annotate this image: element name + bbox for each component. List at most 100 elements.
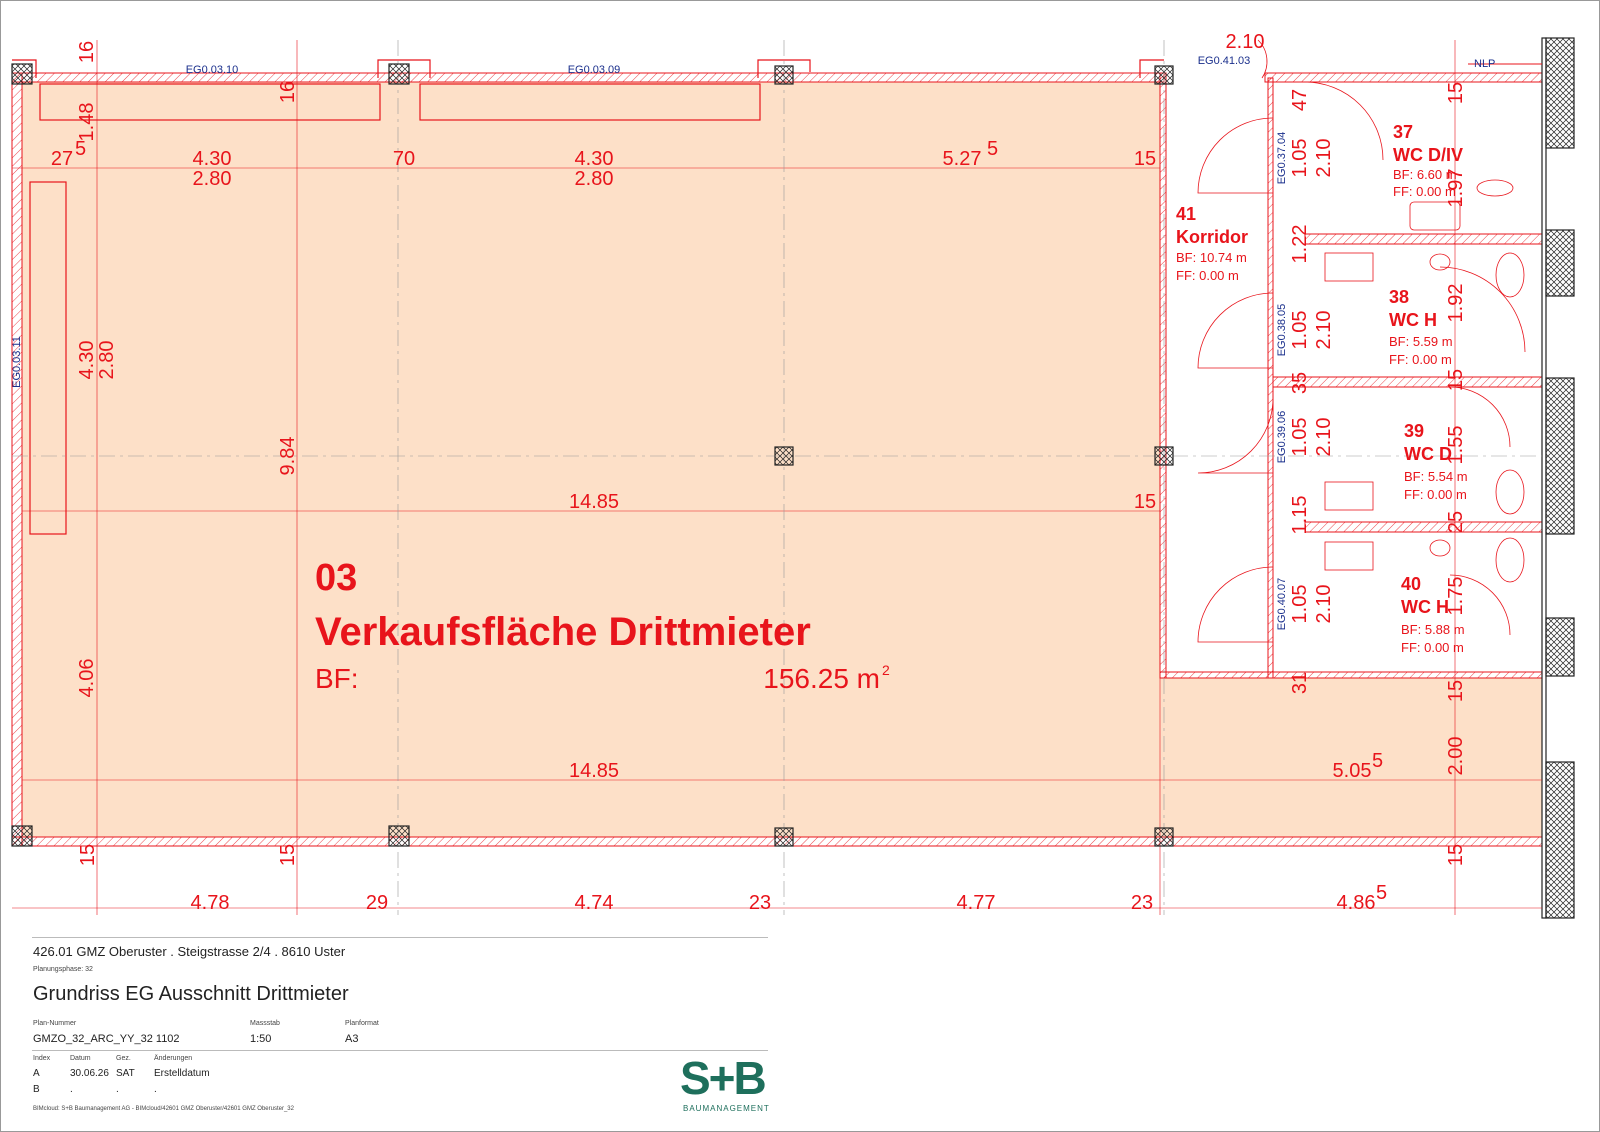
dim-label: 23 <box>1131 892 1153 914</box>
format-label: Planformat <box>345 1020 379 1027</box>
dim-label: 4.78 <box>191 892 230 914</box>
room-ff: FF: 0.00 m <box>1401 640 1464 655</box>
main-room-bf-value: 156.25 m <box>763 663 880 694</box>
rev-date: 30.06.26 <box>70 1068 109 1079</box>
room-bf: BF: 10.74 m <box>1176 250 1247 265</box>
window-tag: EG0.03.09 <box>568 64 621 76</box>
rev-change: Erstelldatum <box>154 1068 210 1079</box>
dim-label: 15 <box>1445 82 1467 104</box>
room-bf: BF: 5.88 m <box>1401 622 1465 637</box>
dim-label: 16 <box>277 81 299 103</box>
dim-label: 70 <box>393 148 415 170</box>
title-rule <box>32 937 768 938</box>
dim-label: 16 <box>76 41 98 63</box>
rev-header: Änderungen <box>154 1055 193 1062</box>
room-bf: BF: 5.59 m <box>1389 334 1453 349</box>
dim-label: 4.77 <box>957 892 996 914</box>
company-logo: S+B <box>680 1052 767 1104</box>
dim-label: 35 <box>1289 372 1311 394</box>
door-tag: EG0.38.05 <box>1276 304 1288 357</box>
door-tag: EG0.40.07 <box>1276 578 1288 631</box>
dim-label: 15 <box>1445 369 1467 391</box>
dim-label: 5.27 <box>943 148 982 170</box>
dim-label: 15 <box>77 844 99 866</box>
dim-label: 1.55 <box>1445 426 1467 465</box>
dim-label: 14.85 <box>569 760 619 782</box>
room-number: 38 <box>1389 287 1409 307</box>
scale-label: Massstab <box>250 1020 280 1027</box>
window-tag: EG0.03.11 <box>11 336 23 388</box>
room-number: 39 <box>1404 421 1424 441</box>
room-number: 41 <box>1176 204 1196 224</box>
dim-sup: 5 <box>1372 750 1383 772</box>
bimcloud-footer: BIMcloud: S+B Baumanagement AG - BIMclou… <box>33 1106 294 1112</box>
rev-index: A <box>33 1068 40 1079</box>
right-facade <box>1541 37 1575 919</box>
room-ff: FF: 0.00 m <box>1176 268 1239 283</box>
dim-label: 1.05 <box>1289 418 1311 457</box>
window-tag: EG0.03.10 <box>186 64 239 76</box>
rev-header: Gez. <box>116 1055 131 1062</box>
dim-label: 4.30 <box>76 341 98 380</box>
dim-label: 2.10 <box>1313 311 1335 350</box>
room-number: 40 <box>1401 574 1421 594</box>
main-room-bf-label: BF: <box>315 663 359 694</box>
rev-header: Index <box>33 1055 51 1062</box>
dim-label: 4.06 <box>76 659 98 698</box>
dim-label: 2.10 <box>1313 585 1335 624</box>
rev-drawn: SAT <box>116 1068 135 1079</box>
dim-label: 1.92 <box>1445 284 1467 323</box>
dim-label: 1.05 <box>1289 139 1311 178</box>
dim-label: 2.80 <box>96 341 118 380</box>
dim-label: 4.30 <box>575 148 614 170</box>
dim-label: 1.05 <box>1289 311 1311 350</box>
room-38: 38 WC H BF: 5.59 m FF: 0.00 m <box>1389 287 1453 367</box>
dim-label: 4.30 <box>193 148 232 170</box>
dim-label: 31 <box>1289 672 1311 694</box>
rev-change: . <box>154 1084 157 1095</box>
dim-label: 15 <box>1445 844 1467 866</box>
company-logo-sub: BAUMANAGEMENT <box>683 1104 770 1113</box>
door-tag: EG0.37.04 <box>1276 132 1288 185</box>
dim-label: 2.10 <box>1313 139 1335 178</box>
dim-label: 29 <box>366 892 388 914</box>
dim-label: 2.80 <box>193 168 232 190</box>
room-ff: FF: 0.00 m <box>1389 352 1452 367</box>
room-number: 37 <box>1393 122 1413 142</box>
dim-label: 4.74 <box>575 892 614 914</box>
dim-sup: 5 <box>1376 882 1387 904</box>
door-tag: EG0.41.03 <box>1198 55 1251 67</box>
dim-label: 1.15 <box>1289 496 1311 535</box>
rev-date: . <box>70 1084 73 1095</box>
dim-label: 1.48 <box>76 103 98 142</box>
main-room-bf-unit-sup: 2 <box>882 662 890 678</box>
room-name: WC H <box>1401 597 1449 617</box>
phase-label: Planungsphase: 32 <box>33 966 93 973</box>
doors <box>1197 39 1526 643</box>
dim-label: 15 <box>1134 148 1156 170</box>
dim-sup: 5 <box>987 138 998 160</box>
rev-header: Datum <box>70 1055 91 1062</box>
room-name: WC D/IV <box>1393 145 1463 165</box>
plan-number: GMZO_32_ARC_YY_32 1102 <box>33 1033 180 1045</box>
format-value: A3 <box>345 1033 359 1045</box>
dim-label: 1.22 <box>1289 225 1311 264</box>
dim-label: 4.86 <box>1337 892 1376 914</box>
dim-label: 27 <box>51 148 73 170</box>
dim-label: 25 <box>1445 511 1467 533</box>
dim-label: 9.84 <box>277 437 299 476</box>
room-41: 41 Korridor BF: 10.74 m FF: 0.00 m <box>1176 204 1248 283</box>
drawing-title: Grundriss EG Ausschnitt Drittmieter <box>33 983 349 1005</box>
dim-label: 23 <box>749 892 771 914</box>
room-name: Korridor <box>1176 227 1248 247</box>
dim-label: 2.80 <box>575 168 614 190</box>
dim-label: 2.10 <box>1226 31 1265 53</box>
title-rule <box>32 1050 768 1051</box>
plan-number-label: Plan-Nummer <box>33 1020 77 1027</box>
room-ff: FF: 0.00 m <box>1404 487 1467 502</box>
dim-label: 14.85 <box>569 491 619 513</box>
dim-label: 15 <box>1134 491 1156 513</box>
main-room-number: 03 <box>315 557 357 599</box>
rev-index: B <box>33 1084 40 1095</box>
floor-plan: 03 Verkaufsfläche Drittmieter BF: 156.25… <box>0 0 1600 1132</box>
